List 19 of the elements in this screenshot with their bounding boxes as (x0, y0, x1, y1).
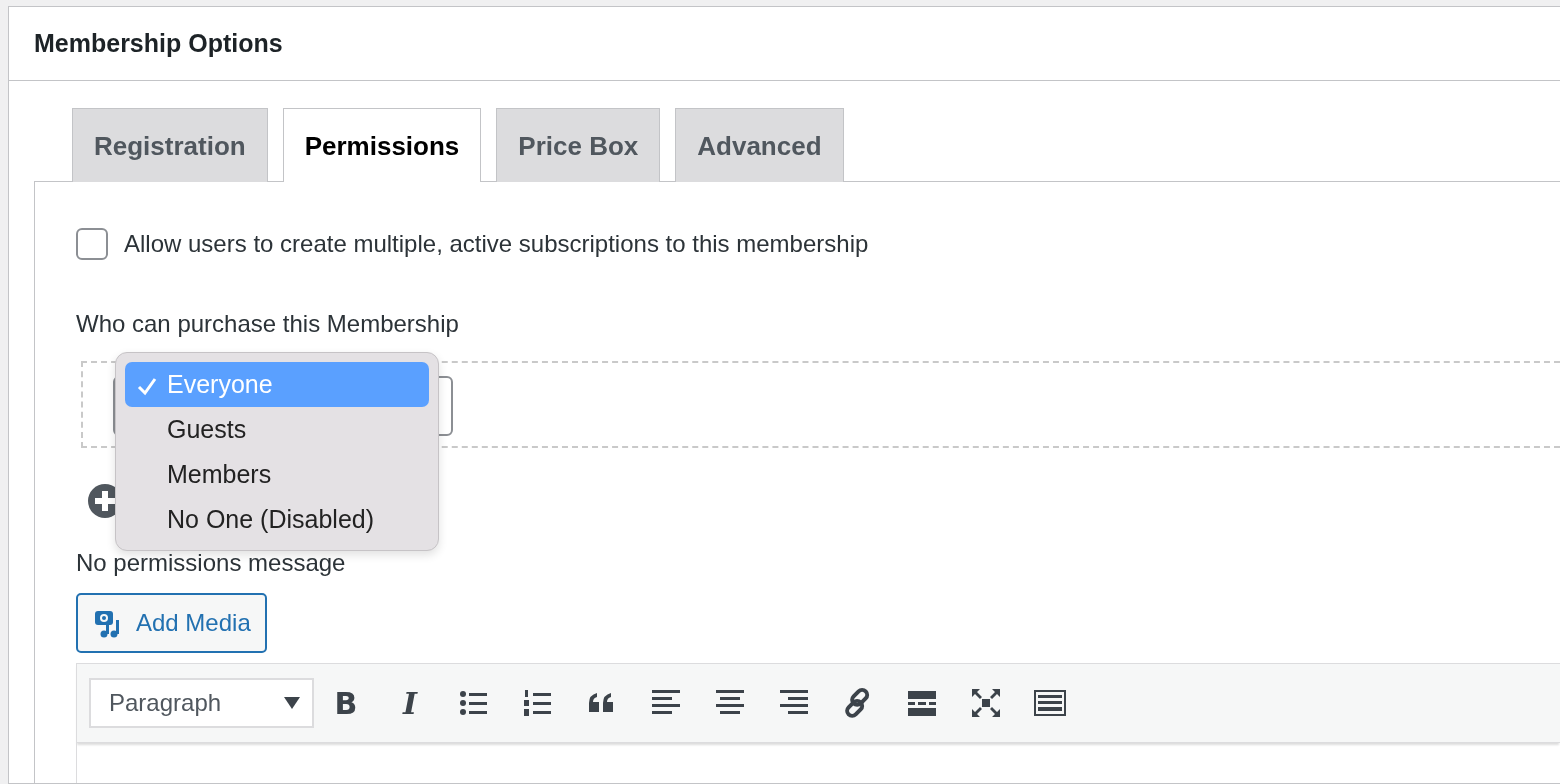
italic-button[interactable]: I (378, 679, 442, 727)
checkbox[interactable] (76, 228, 108, 260)
menu-option[interactable]: Members (125, 452, 429, 497)
tab[interactable]: Registration (72, 108, 268, 182)
fullscreen-icon[interactable] (969, 686, 1003, 720)
caret-icon (284, 697, 300, 709)
menu-option[interactable]: No One (Disabled) (125, 497, 429, 542)
check-icon (137, 376, 157, 397)
tab[interactable]: Price Box (496, 108, 661, 182)
tab[interactable]: Permissions (282, 108, 482, 182)
tab[interactable]: Advanced (675, 108, 844, 182)
checkbox-label: Allow users to create multiple, active subscriptions to this membership (124, 229, 869, 259)
format-select[interactable]: Paragraph (89, 678, 314, 728)
add-media-button[interactable]: Add Media (76, 593, 267, 653)
field-label: No permissions message (76, 548, 347, 578)
field-label: Who can purchase this Membership (76, 309, 460, 339)
menu-option[interactable]: Guests (125, 407, 429, 452)
bold-button[interactable]: B (314, 679, 378, 727)
panel-title: Membership Options (34, 27, 283, 59)
